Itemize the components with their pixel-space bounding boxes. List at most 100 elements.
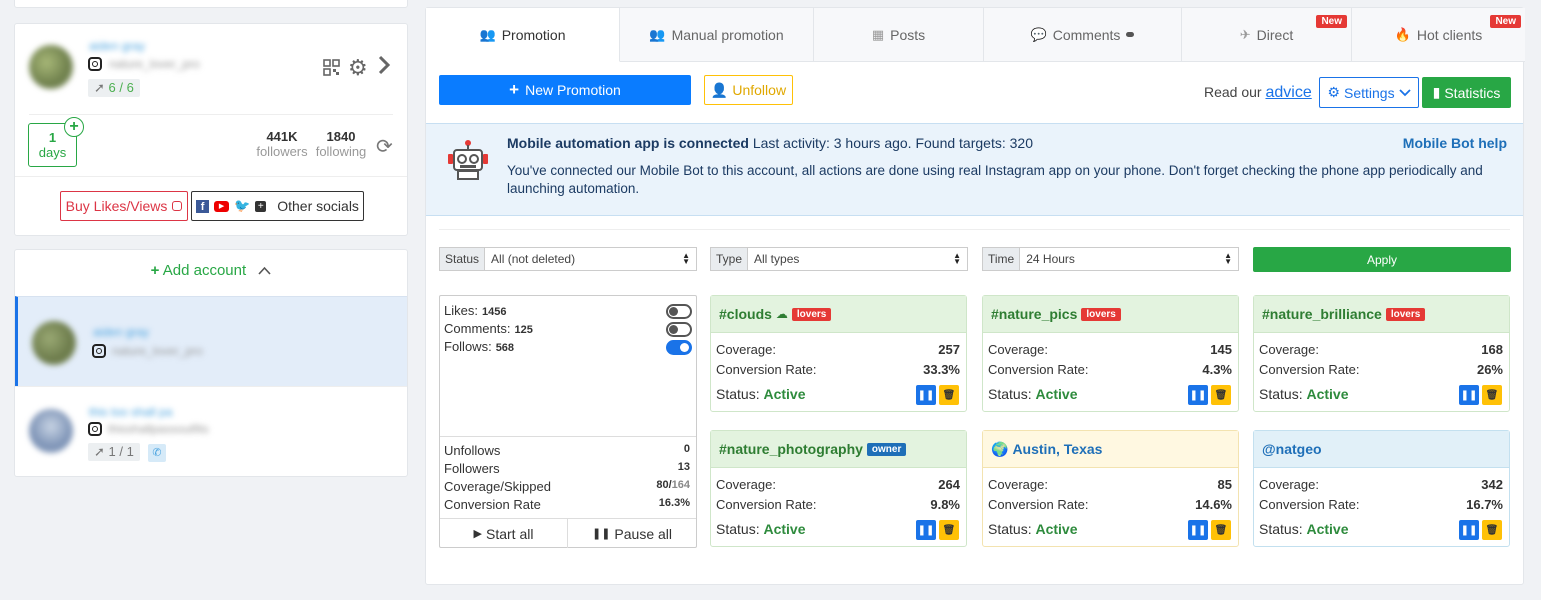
target-card[interactable]: #nature_brilliance lovers Coverage: 168 Co… [1253, 295, 1510, 412]
alert-body: You've connected our Mobile Bot to this … [507, 163, 1483, 196]
new-promotion-button[interactable]: + New Promotion [439, 75, 691, 105]
divider [439, 229, 1510, 230]
phone-icon: ✆ [148, 444, 166, 462]
account-handle: nature_lover_pro [109, 57, 200, 71]
chevron-down-icon [1398, 88, 1411, 96]
twitter-icon: 🐦 [234, 198, 251, 213]
mobile-bot-help-link[interactable]: Mobile Bot help [1403, 135, 1507, 151]
followers-count: 441K followers [256, 129, 308, 159]
buy-likes-button[interactable]: Buy Likes/Views [60, 191, 188, 221]
pause-icon[interactable]: ❚❚ [916, 385, 936, 405]
accounts-list-card: + Add account aiden gray nature_lover_pr… [14, 249, 408, 477]
fire-icon: 🔥 [1394, 26, 1411, 42]
tab-posts[interactable]: ▦ Posts [814, 8, 984, 62]
conversion-rate-stat: Conversion Rate 16.3% [444, 497, 690, 512]
tab-promotion[interactable]: 👥 Promotion [426, 8, 620, 62]
plus-icon: + [509, 80, 520, 99]
target-name[interactable]: Austin, Texas [1012, 441, 1102, 457]
target-status: Status: Active [988, 386, 1078, 402]
target-card[interactable]: #nature_photography owner Coverage: 264 Co… [710, 430, 967, 547]
apply-button[interactable]: Apply [1253, 247, 1511, 272]
target-status: Status: Active [716, 386, 806, 402]
trash-icon[interactable]: 🗑 [1211, 520, 1231, 540]
select-arrows-icon: ▲ ▼ [1224, 251, 1232, 266]
target-name[interactable]: #clouds [719, 306, 772, 322]
status-filter[interactable]: Status All (not deleted) ▲ ▼ [439, 247, 697, 271]
other-socials-button[interactable]: f ▶ 🐦 + Other socials [191, 191, 364, 221]
start-all-button[interactable]: ▶ Start all [440, 519, 568, 548]
trash-icon[interactable]: 🗑 [1211, 385, 1231, 405]
following-count: 1840 following [315, 129, 367, 159]
tab-comments[interactable]: 💬 Comments [984, 8, 1182, 62]
target-status: Status: Active [1259, 521, 1349, 537]
settings-button[interactable]: ⚙ Settings [1319, 77, 1419, 108]
primary-account-card: aiden gray nature_lover_pro ➚ 6 / 6 ⚙ 1 … [14, 23, 408, 236]
follows-stat: Follows: 568 [444, 339, 515, 354]
statistics-button[interactable]: ▮ Statistics [1422, 77, 1511, 108]
add-days-icon[interactable]: + [64, 117, 84, 137]
rocket-icon: ➚ [94, 444, 105, 459]
target-name[interactable]: #nature_photography [719, 441, 863, 457]
advice-link[interactable]: advice [1265, 84, 1311, 101]
followers-stat: Followers 13 [444, 461, 690, 476]
robot-icon [445, 139, 491, 184]
trash-icon[interactable]: 🗑 [1482, 385, 1502, 405]
target-name[interactable]: #nature_brilliance [1262, 306, 1382, 322]
plus-icon: + [150, 262, 160, 279]
select-arrows-icon: ▲ ▼ [682, 251, 690, 266]
comments-stat: Comments: 125 [444, 321, 533, 336]
target-name[interactable]: #nature_pics [991, 306, 1077, 322]
grid-icon: ▦ [871, 26, 885, 42]
pause-icon[interactable]: ❚❚ [1188, 385, 1208, 405]
gear-icon[interactable]: ⚙ [348, 55, 368, 81]
users-icon: 👥 [479, 26, 496, 42]
pause-icon[interactable]: ❚❚ [1188, 520, 1208, 540]
add-account-button[interactable]: + Add account [15, 262, 407, 279]
instagram-icon [172, 201, 183, 211]
stats-panel: Likes: 1456 Comments: 125 Follows: 568 Unfo… [439, 295, 697, 548]
target-name[interactable]: @natgeo [1262, 441, 1322, 457]
account-name: this too shall pa [89, 405, 173, 419]
target-tag: lovers [791, 307, 832, 321]
unfollow-button[interactable]: 👤 Unfollow [704, 75, 793, 105]
dot-indicator [1126, 32, 1135, 37]
mobile-bot-alert: Mobile automation app is connected Last … [426, 123, 1523, 216]
qr-icon[interactable] [323, 59, 340, 76]
type-filter[interactable]: Type All types ▲ ▼ [710, 247, 968, 271]
pause-icon[interactable]: ❚❚ [1459, 385, 1479, 405]
avatar[interactable] [29, 45, 73, 89]
alert-header: Mobile automation app is connected Last … [507, 135, 1033, 151]
target-card[interactable]: 🌍 Austin, Texas Coverage: 85 Conversion Ra… [982, 430, 1239, 547]
chevron-up-icon [258, 262, 271, 279]
new-badge: New [1316, 15, 1347, 28]
tab-hot-clients[interactable]: 🔥 Hot clients New [1352, 8, 1525, 62]
target-card[interactable]: #clouds ☁ lovers Coverage: 257 Conversion R… [710, 295, 967, 412]
pause-icon[interactable]: ❚❚ [1459, 520, 1479, 540]
pause-all-button[interactable]: ❚❚ Pause all [568, 519, 696, 548]
target-card[interactable]: #nature_pics lovers Coverage: 145 Conversi… [982, 295, 1239, 412]
account-handle: thisshallpassoutfits [108, 422, 209, 436]
trash-icon[interactable]: 🗑 [939, 385, 959, 405]
trash-icon[interactable]: 🗑 [939, 520, 959, 540]
time-filter[interactable]: Time 24 Hours ▲ ▼ [982, 247, 1239, 271]
target-card[interactable]: @natgeo Coverage: 342 Conversion Rate: 16.… [1253, 430, 1510, 547]
instagram-icon [92, 344, 106, 358]
days-label: days [38, 145, 67, 160]
follows-toggle[interactable] [666, 340, 692, 355]
target-status: Status: Active [716, 521, 806, 537]
account-list-item[interactable]: this too shall pa thisshallpassoutfits ➚… [15, 386, 407, 476]
divider [29, 114, 393, 115]
refresh-icon[interactable]: ⟳ [376, 134, 393, 159]
likes-toggle[interactable] [666, 304, 692, 319]
tab-manual-promotion[interactable]: 👥 Manual promotion [620, 8, 814, 62]
comments-toggle[interactable] [666, 322, 692, 337]
account-name[interactable]: aiden gray [89, 39, 145, 53]
pause-icon: ❚❚ [591, 528, 611, 540]
users-icon: 👥 [649, 26, 666, 42]
chevron-right-icon[interactable] [377, 55, 391, 78]
trash-icon[interactable]: 🗑 [1482, 520, 1502, 540]
pause-icon[interactable]: ❚❚ [916, 520, 936, 540]
tab-direct[interactable]: ✈ Direct New [1182, 8, 1352, 62]
account-list-item-active[interactable]: aiden gray nature_lover_pro [15, 296, 407, 386]
paper-plane-icon: ✈ [1239, 26, 1251, 42]
